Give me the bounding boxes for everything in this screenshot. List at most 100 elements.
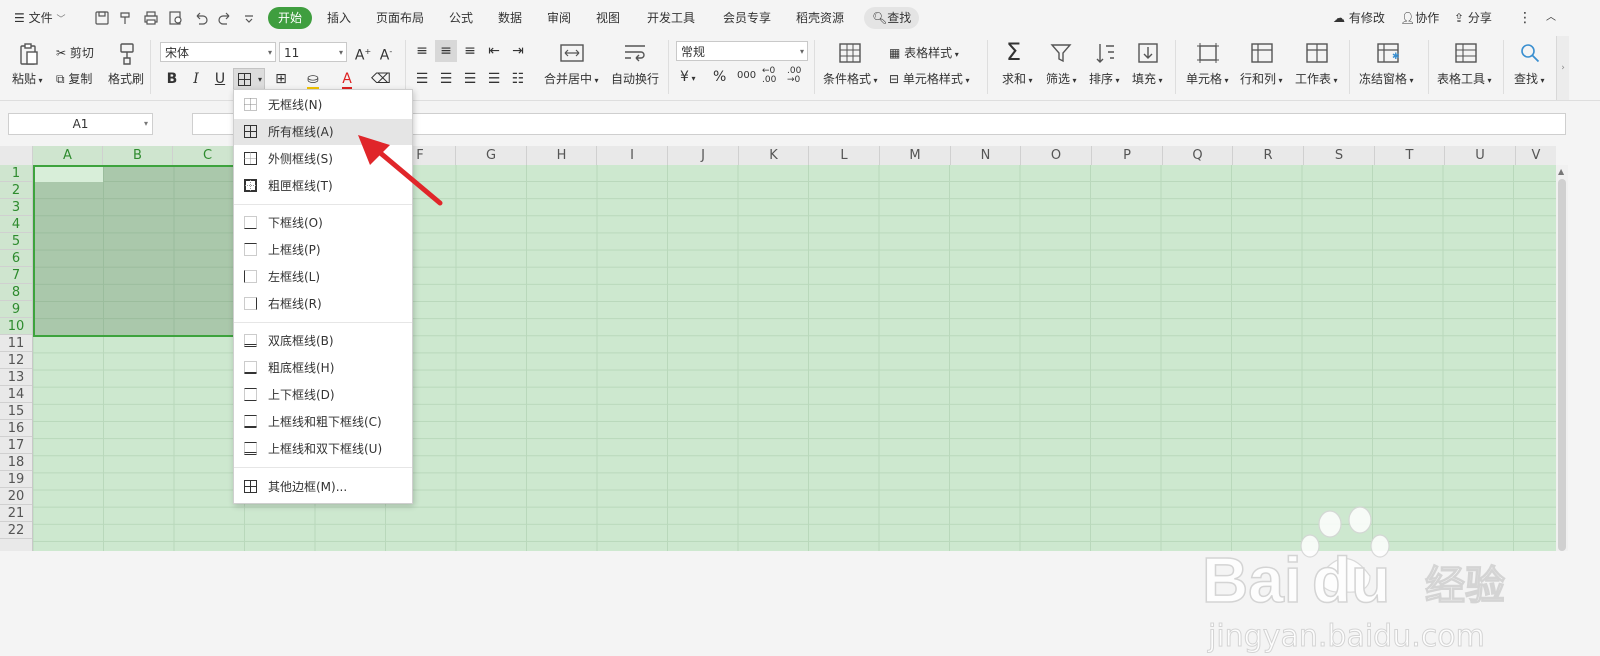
row-header[interactable]: 21 — [0, 505, 32, 522]
row-header[interactable]: 1 — [0, 165, 32, 182]
menu-item-right-border[interactable]: 右框线(R) — [234, 291, 412, 317]
clear-format-icon[interactable]: ⌫ — [370, 68, 392, 90]
align-left-icon[interactable]: ☰ — [411, 68, 433, 90]
sum-icon[interactable]: Σ — [1006, 38, 1021, 66]
menu-item-double-bottom-border[interactable]: 双底框线(B) — [234, 328, 412, 354]
collab-button[interactable]: 👤︎协作 — [1400, 0, 1439, 36]
merge-center-button[interactable]: 合并居中 ▾ — [544, 70, 599, 87]
row-header[interactable]: 19 — [0, 471, 32, 488]
font-color-icon[interactable]: A — [336, 68, 358, 90]
file-menu[interactable]: ☰ 文件 ﹀ — [14, 0, 65, 36]
table-style-button[interactable]: ▦ 表格样式 ▾ — [889, 44, 959, 61]
paste-button[interactable]: 粘贴 ▾ — [12, 70, 43, 87]
row-header[interactable]: 3 — [0, 199, 32, 216]
row-header[interactable]: 12 — [0, 352, 32, 369]
decrease-decimal-icon[interactable]: .00 →0 — [787, 67, 801, 85]
menu-item-more-borders[interactable]: 其他边框(M)... — [234, 474, 412, 500]
cell-icon[interactable] — [1196, 42, 1220, 64]
worksheet-icon[interactable] — [1305, 42, 1329, 64]
row-header[interactable]: 17 — [0, 437, 32, 454]
tab-formulas[interactable]: 公式 — [449, 0, 473, 36]
sum-button[interactable]: 求和 ▾ — [1002, 70, 1033, 87]
justify-icon[interactable]: ☰ — [483, 68, 505, 90]
tab-view[interactable]: 视图 — [596, 0, 620, 36]
undo-icon[interactable] — [193, 10, 209, 26]
worksheet-button[interactable]: 工作表 ▾ — [1295, 70, 1338, 87]
row-header[interactable]: 20 — [0, 488, 32, 505]
select-all-corner[interactable] — [0, 146, 33, 165]
changes-status[interactable]: ☁ 有修改 — [1333, 0, 1385, 36]
tab-home[interactable]: 开始 — [268, 7, 313, 29]
selected-range[interactable] — [33, 165, 243, 337]
row-header[interactable]: 9 — [0, 301, 32, 318]
row-header[interactable]: 13 — [0, 369, 32, 386]
format-painter-button[interactable]: 格式刷 — [108, 70, 144, 87]
column-header[interactable]: V — [1516, 146, 1556, 165]
menu-item-bottom-border[interactable]: 下框线(O) — [234, 210, 412, 236]
tab-insert[interactable]: 插入 — [327, 0, 351, 36]
align-right-icon[interactable]: ☰ — [459, 68, 481, 90]
menu-item-top-thick-bottom-border[interactable]: 上框线和粗下框线(C) — [234, 409, 412, 435]
underline-icon[interactable]: U — [209, 68, 231, 90]
customize-quick-access-icon[interactable] — [241, 10, 257, 26]
share-button[interactable]: ⇪ 分享 — [1454, 0, 1492, 36]
scrollbar-thumb[interactable] — [1558, 179, 1566, 551]
column-header[interactable]: O — [1021, 146, 1092, 165]
tab-review[interactable]: 审阅 — [547, 0, 571, 36]
bold-icon[interactable]: B — [161, 68, 183, 90]
row-header[interactable]: 18 — [0, 454, 32, 471]
active-cell[interactable] — [35, 167, 103, 182]
ribbon-scroll-right-icon[interactable]: › — [1556, 36, 1569, 100]
sort-button[interactable]: 排序 ▾ — [1089, 70, 1120, 87]
name-box[interactable]: A1 ▾ — [8, 113, 153, 135]
increase-indent-icon[interactable]: ⇥ — [507, 40, 529, 62]
freeze-panes-button[interactable]: 冻结窗格 ▾ — [1359, 70, 1414, 87]
menu-item-top-double-bottom-border[interactable]: 上框线和双下框线(U) — [234, 436, 412, 462]
cell-style-icon[interactable]: ⊞ — [270, 68, 292, 90]
format-painter-quick-icon[interactable] — [118, 10, 134, 26]
increase-font-icon[interactable]: A+ — [352, 41, 374, 64]
font-name-select[interactable]: 宋体 ▾ — [160, 42, 276, 62]
print-icon[interactable] — [143, 10, 159, 26]
copy-button[interactable]: ⧉ 复制 — [56, 70, 92, 87]
column-header[interactable]: A — [33, 146, 103, 165]
row-header[interactable]: 2 — [0, 182, 32, 199]
find-icon[interactable] — [1519, 42, 1541, 64]
more-options-icon[interactable]: ⋮ — [1518, 0, 1532, 36]
column-header[interactable]: L — [809, 146, 880, 165]
menu-item-top-bottom-border[interactable]: 上下框线(D) — [234, 382, 412, 408]
freeze-panes-icon[interactable]: ✱ — [1376, 42, 1400, 64]
column-header[interactable]: U — [1445, 146, 1516, 165]
row-header[interactable]: 10 — [0, 318, 32, 335]
column-header[interactable]: Q — [1163, 146, 1233, 165]
row-header[interactable]: 4 — [0, 216, 32, 233]
column-header[interactable]: G — [456, 146, 527, 165]
wrap-text-icon[interactable] — [623, 42, 647, 64]
column-header[interactable]: B — [103, 146, 173, 165]
column-header[interactable]: N — [951, 146, 1021, 165]
column-header[interactable]: I — [597, 146, 668, 165]
cut-button[interactable]: ✂ 剪切 — [56, 44, 94, 61]
border-button[interactable]: ▾ — [233, 68, 265, 90]
redo-icon[interactable] — [217, 10, 233, 26]
table-tools-button[interactable]: 表格工具 ▾ — [1437, 70, 1492, 87]
thousands-separator-icon[interactable]: 000 — [737, 70, 756, 81]
row-header[interactable]: 11 — [0, 335, 32, 352]
cell-button[interactable]: 单元格 ▾ — [1186, 70, 1229, 87]
column-header[interactable]: J — [668, 146, 739, 165]
vertical-scrollbar[interactable]: ▲ — [1556, 165, 1568, 551]
find-button[interactable]: 查找 ▾ — [1514, 70, 1545, 87]
row-header[interactable]: 15 — [0, 403, 32, 420]
column-header[interactable]: M — [880, 146, 951, 165]
menu-item-no-border[interactable]: 无框线(N) — [234, 92, 412, 118]
save-icon[interactable] — [94, 10, 110, 26]
fill-icon[interactable] — [1137, 42, 1159, 64]
fill-color-icon[interactable]: ⛀ — [302, 68, 324, 90]
tab-docer[interactable]: 稻壳资源 — [796, 0, 844, 36]
column-header[interactable]: H — [527, 146, 597, 165]
sort-icon[interactable] — [1094, 42, 1116, 64]
align-bottom-icon[interactable]: ≡ — [459, 40, 481, 62]
menu-item-left-border[interactable]: 左框线(L) — [234, 264, 412, 290]
percent-icon[interactable]: % — [713, 69, 726, 85]
row-col-button[interactable]: 行和列 ▾ — [1240, 70, 1283, 87]
